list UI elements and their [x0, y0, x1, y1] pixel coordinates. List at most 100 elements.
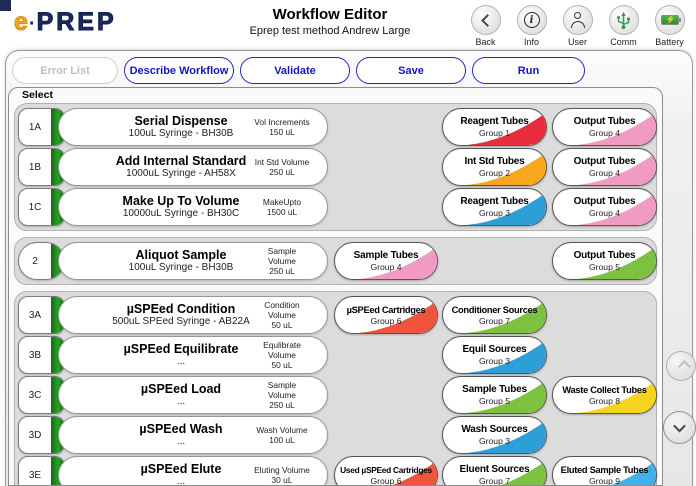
header-titles: Workflow Editor Eprep test method Andrew…: [160, 6, 500, 37]
tube-button-label: Reagent Tubes: [460, 116, 528, 127]
tube-button-group: Group 7: [479, 316, 510, 326]
tube-button-output-tubes-group5[interactable]: Output Tubes Group 5: [552, 242, 657, 280]
tube-button-conditioner-sources-group7[interactable]: Conditioner Sources Group 7: [442, 296, 547, 334]
back-label: Back: [475, 37, 495, 47]
tube-button-equil-sources-group3[interactable]: Equil Sources Group 3: [442, 336, 547, 374]
tube-button-output-tubes-group4[interactable]: Output Tubes Group 4: [552, 188, 657, 226]
tube-button-group: Group 2: [479, 168, 510, 178]
step-tab-label: 3B: [19, 337, 51, 373]
tube-button-group: Group 3: [479, 208, 510, 218]
method-name: Eprep test method Andrew Large: [160, 25, 500, 37]
tube-button-group: Group 3: [479, 436, 510, 446]
step-tab-label: 3D: [19, 417, 51, 453]
tube-button-used-uspeed-cartridges-group6[interactable]: Used µSPEed Cartridges Group 6: [334, 456, 438, 486]
step-button-make-up-to-volume[interactable]: Make Up To Volume 10000uL Syringe - BH30…: [58, 188, 328, 226]
tube-button-output-tubes-group4[interactable]: Output Tubes Group 4: [552, 148, 657, 186]
step-text: µSPEed Elute ...: [59, 457, 275, 486]
info-label: Info: [524, 37, 539, 47]
step-parameter: Sample Volume 250 uL: [246, 246, 318, 276]
workflow-step-1b: 1B Add Internal Standard 1000uL Syringe …: [15, 148, 656, 186]
tube-button-reagent-tubes-group1[interactable]: Reagent Tubes Group 1: [442, 108, 547, 146]
user-label: User: [568, 37, 587, 47]
step-text: µSPEed Equilibrate ...: [59, 337, 275, 373]
info-button[interactable]: i Info: [513, 5, 550, 47]
usb-comm-icon[interactable]: [609, 5, 639, 35]
step-tab-label: 1C: [19, 189, 51, 225]
window-corner-chip: [0, 0, 11, 11]
toolbar: Error List Describe Workflow Validate Sa…: [12, 57, 585, 84]
tube-button-group: Group 3: [479, 356, 510, 366]
step-text: Serial Dispense 100uL Syringe - BH30B: [59, 109, 275, 145]
corner-swoosh: [443, 109, 546, 145]
scroll-down-button[interactable]: [663, 411, 696, 444]
step-button-add-internal-standard[interactable]: Add Internal Standard 1000uL Syringe - A…: [58, 148, 328, 186]
save-button[interactable]: Save: [356, 57, 466, 84]
workflow-step-1c: 1C Make Up To Volume 10000uL Syringe - B…: [15, 188, 656, 226]
info-icon[interactable]: i: [517, 5, 547, 35]
corner-swoosh: [553, 109, 656, 145]
step-syringe: 1000uL Syringe - AH58X: [126, 168, 236, 180]
tube-button-sample-tubes-group5[interactable]: Sample Tubes Group 5: [442, 376, 547, 414]
run-button[interactable]: Run: [472, 57, 585, 84]
battery-button[interactable]: ⚡ Battery: [651, 5, 688, 47]
step-button-uspeed-elute[interactable]: µSPEed Elute ... Eluting Volume 30 uL: [58, 456, 328, 486]
tube-button-group: Group 6: [370, 316, 401, 326]
logo-e: e: [14, 8, 29, 36]
step-button-uspeed-wash[interactable]: µSPEed Wash ... Wash Volume 100 uL: [58, 416, 328, 454]
step-text: Make Up To Volume 10000uL Syringe - BH30…: [59, 189, 275, 225]
error-list-button[interactable]: Error List: [12, 57, 118, 84]
tube-button-group: Group 8: [589, 396, 620, 406]
step-tab-label: 2: [19, 243, 51, 279]
corner-swoosh: [443, 337, 546, 373]
back-button[interactable]: Back: [467, 5, 504, 47]
step-button-uspeed-load[interactable]: µSPEed Load ... Sample Volume 250 uL: [58, 376, 328, 414]
back-icon[interactable]: [471, 5, 501, 35]
tube-button-group: Group 4: [370, 262, 401, 272]
workflow-step-2: 2 Aliquot Sample 100uL Syringe - BH30B S…: [15, 242, 656, 280]
corner-swoosh: [443, 377, 546, 413]
select-panel: Select 1A Serial Dispense 100uL Syringe …: [8, 87, 663, 486]
step-parameter: Int Std Volume 250 uL: [246, 157, 318, 177]
user-icon[interactable]: [563, 5, 593, 35]
corner-swoosh: [443, 149, 546, 185]
battery-icon[interactable]: ⚡: [655, 5, 685, 35]
tube-button-eluted-sample-tubes-group9[interactable]: Eluted Sample Tubes Group 9: [552, 456, 657, 486]
corner-swoosh: [553, 149, 656, 185]
step-title: µSPEed Condition: [127, 302, 236, 316]
chevron-down-icon: [673, 420, 686, 433]
tube-button-label: Output Tubes: [574, 196, 636, 207]
step-title: µSPEed Elute: [141, 462, 222, 476]
tube-button-reagent-tubes-group3[interactable]: Reagent Tubes Group 3: [442, 188, 547, 226]
describe-workflow-button[interactable]: Describe Workflow: [124, 57, 234, 84]
tube-button-sample-tubes-group4[interactable]: Sample Tubes Group 4: [334, 242, 438, 280]
tube-button-wash-sources-group3[interactable]: Wash Sources Group 3: [442, 416, 547, 454]
step-text: µSPEed Wash ...: [59, 417, 275, 453]
step-button-serial-dispense[interactable]: Serial Dispense 100uL Syringe - BH30B Vo…: [58, 108, 328, 146]
tube-button-label: Waste Collect Tubes: [562, 385, 646, 395]
tube-button-int-std-tubes-group2[interactable]: Int Std Tubes Group 2: [442, 148, 547, 186]
tube-button-uspeed-cartridges-group6[interactable]: µSPEed Cartridges Group 6: [334, 296, 438, 334]
validate-button[interactable]: Validate: [240, 57, 350, 84]
step-button-aliquot-sample[interactable]: Aliquot Sample 100uL Syringe - BH30B Sam…: [58, 242, 328, 280]
step-syringe: 100uL Syringe - BH30B: [129, 128, 234, 140]
comm-button[interactable]: Comm: [605, 5, 642, 47]
step-title: µSPEed Equilibrate: [124, 342, 239, 356]
tube-button-waste-collect-tubes-group8[interactable]: Waste Collect Tubes Group 8: [552, 376, 657, 414]
user-button[interactable]: User: [559, 5, 596, 47]
tube-button-label: Wash Sources: [461, 424, 527, 435]
step-button-uspeed-condition[interactable]: µSPEed Condition 500uL SPEed Syringe - A…: [58, 296, 328, 334]
tube-button-group: Group 6: [370, 476, 401, 486]
corner-swoosh: [443, 417, 546, 453]
scroll-up-button[interactable]: [666, 351, 696, 381]
tube-button-label: Eluted Sample Tubes: [561, 465, 649, 475]
step-syringe: ...: [177, 436, 185, 448]
step-title: Make Up To Volume: [123, 194, 240, 208]
tube-button-label: µSPEed Cartridges: [347, 305, 426, 315]
workflow-step-3d: 3D µSPEed Wash ... Wash Volume 100 uL Wa…: [15, 416, 656, 454]
tube-button-eluent-sources-group7[interactable]: Eluent Sources Group 7: [442, 456, 547, 486]
tube-button-output-tubes-group4[interactable]: Output Tubes Group 4: [552, 108, 657, 146]
step-group-2: 2 Aliquot Sample 100uL Syringe - BH30B S…: [14, 237, 657, 285]
usb-glyph: [615, 11, 632, 30]
step-title: µSPEed Load: [141, 382, 221, 396]
step-button-uspeed-equilibrate[interactable]: µSPEed Equilibrate ... Equlibrate Volume…: [58, 336, 328, 374]
